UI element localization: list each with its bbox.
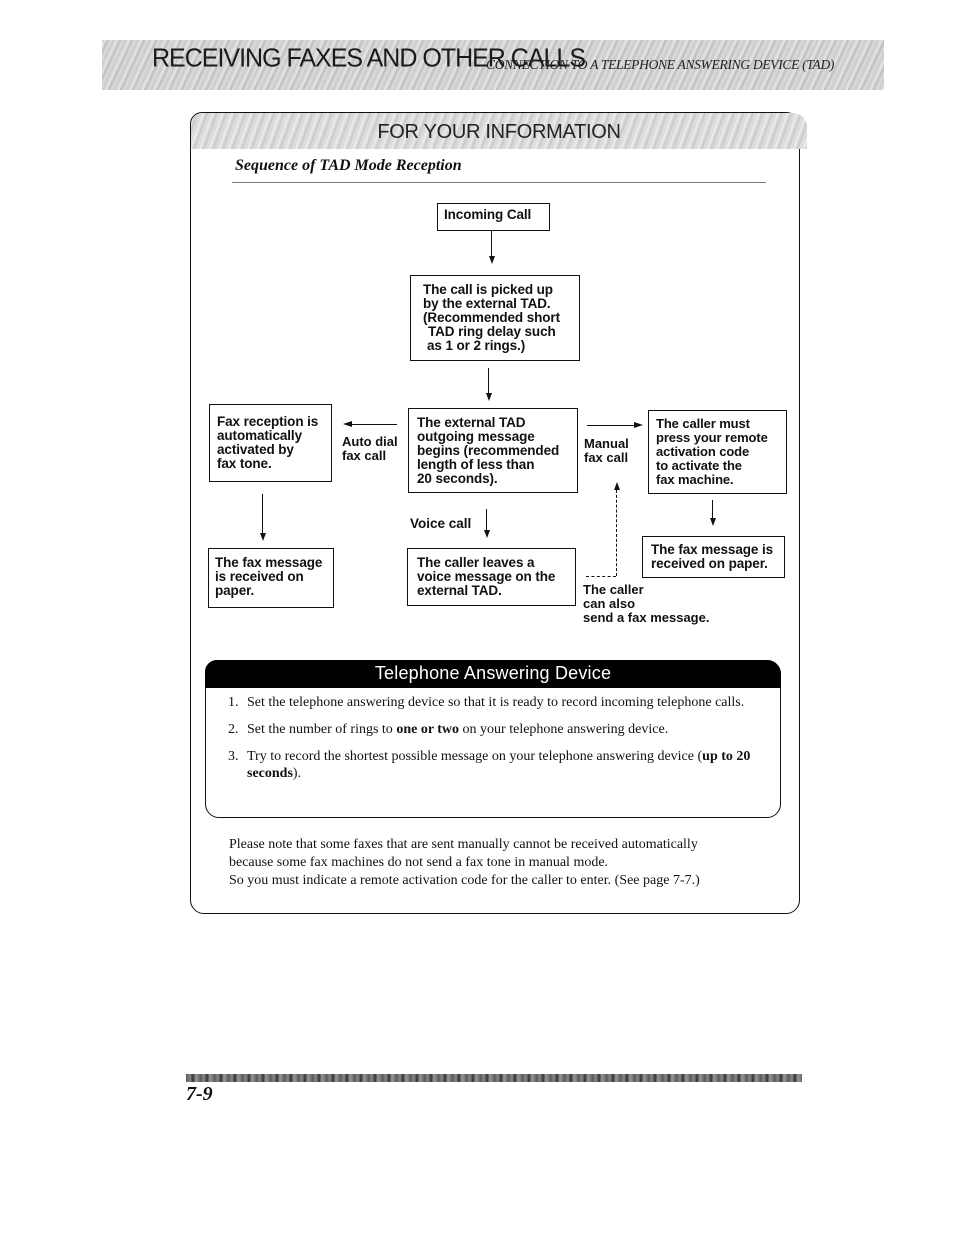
box-line: outgoing message bbox=[417, 429, 535, 444]
arrow-down-icon bbox=[260, 533, 266, 541]
caller-can-also-label: The caller can also send a fax message. bbox=[583, 583, 709, 625]
box-line: by the external TAD. bbox=[423, 296, 551, 311]
arrow-up-icon bbox=[614, 482, 620, 490]
heading-rule bbox=[232, 182, 766, 183]
note-line: Please note that some faxes that are sen… bbox=[229, 837, 698, 852]
box-line: Fax reception is bbox=[217, 414, 319, 429]
label-line: fax call bbox=[584, 450, 629, 465]
dashed-connector bbox=[586, 576, 616, 577]
connector-line bbox=[491, 231, 492, 259]
box-line: begins (recommended bbox=[417, 443, 560, 458]
outgoing-message-box: The external TAD outgoing message begins… bbox=[408, 408, 578, 493]
box-line: The fax message is bbox=[651, 542, 774, 557]
box-line: automatically bbox=[217, 428, 302, 443]
box-line: received on paper. bbox=[651, 556, 768, 571]
box-line: to activate the bbox=[656, 458, 742, 473]
connector-line bbox=[486, 509, 487, 531]
step-text: ). bbox=[292, 766, 302, 781]
tad-steps: 1. Set the telephone answering device so… bbox=[228, 694, 768, 792]
step-emphasis: one or two bbox=[396, 722, 460, 737]
box-line: activated by bbox=[217, 442, 294, 457]
box-line: activation code bbox=[656, 444, 750, 459]
caller-must-press-box: The caller must press your remote activa… bbox=[648, 410, 787, 494]
box-line: is received on bbox=[215, 569, 304, 584]
box-line: external TAD. bbox=[417, 583, 502, 598]
label-line: can also bbox=[583, 596, 636, 611]
box-line: length of less than bbox=[417, 457, 535, 472]
box-line: The caller leaves a bbox=[417, 555, 535, 570]
dashed-connector bbox=[616, 490, 617, 576]
step-number: 3. bbox=[228, 749, 239, 764]
note-paragraph: Please note that some faxes that are sen… bbox=[229, 836, 789, 890]
step-text: Set the telephone answering device so th… bbox=[247, 695, 745, 710]
arrow-down-icon bbox=[484, 530, 490, 538]
note-line: because some fax machines do not send a … bbox=[229, 855, 609, 870]
box-line: as 1 or 2 rings.) bbox=[427, 338, 526, 353]
box-line: (Recommended short bbox=[423, 310, 560, 325]
page-number: 7-9 bbox=[186, 1083, 213, 1105]
label-line: Auto dial bbox=[342, 434, 398, 449]
incoming-call-text: Incoming Call bbox=[444, 207, 532, 222]
connector-line bbox=[350, 424, 397, 425]
box-line: press your remote bbox=[656, 430, 768, 445]
connector-line bbox=[587, 425, 637, 426]
voice-call-label: Voice call bbox=[410, 516, 472, 531]
box-line: TAD ring delay such bbox=[428, 324, 556, 339]
caller-leaves-voice-box: The caller leaves a voice message on the… bbox=[407, 548, 576, 606]
step-number: 2. bbox=[228, 722, 239, 737]
fyi-title: FOR YOUR INFORMATION bbox=[377, 121, 621, 143]
fax-received-right-box: The fax message is received on paper. bbox=[642, 536, 785, 578]
tad-step: 2. Set the number of rings to one or two… bbox=[228, 721, 768, 738]
connector-line bbox=[488, 368, 489, 396]
box-line: The external TAD bbox=[417, 415, 526, 430]
tad-step: 1. Set the telephone answering device so… bbox=[228, 694, 768, 711]
box-line: The fax message bbox=[215, 555, 323, 570]
label-line: send a fax message. bbox=[583, 610, 710, 625]
step-number: 1. bbox=[228, 695, 239, 710]
label-line: Manual bbox=[584, 436, 629, 451]
fax-reception-auto-box: Fax reception is automatically activated… bbox=[209, 404, 332, 482]
step-text: Set the number of rings to bbox=[247, 722, 397, 737]
note-line: So you must indicate a remote activation… bbox=[229, 873, 700, 888]
fax-received-left-box: The fax message is received on paper. bbox=[208, 548, 334, 608]
step-text: Try to record the shortest possible mess… bbox=[247, 749, 703, 764]
box-line: paper. bbox=[215, 583, 255, 598]
tad-step: 3. Try to record the shortest possible m… bbox=[228, 748, 768, 782]
arrow-down-icon bbox=[710, 518, 716, 526]
label-line: The caller bbox=[583, 582, 644, 597]
box-line: fax tone. bbox=[217, 456, 272, 471]
section-title: CONNECTION TO A TELEPHONE ANSWERING DEVI… bbox=[486, 57, 835, 72]
connector-line bbox=[262, 494, 263, 536]
picked-up-box: The call is picked up by the external TA… bbox=[410, 275, 580, 361]
box-line: The caller must bbox=[656, 416, 750, 431]
box-line: 20 seconds). bbox=[417, 471, 498, 486]
incoming-call-box: Incoming Call bbox=[437, 203, 550, 231]
tad-title: Telephone Answering Device bbox=[374, 663, 612, 683]
connector-line bbox=[712, 500, 713, 520]
label-line: fax call bbox=[342, 448, 387, 463]
auto-dial-label: Auto dial fax call bbox=[342, 435, 398, 463]
box-line: voice message on the bbox=[417, 569, 556, 584]
arrow-down-icon bbox=[486, 393, 492, 401]
arrow-right-icon bbox=[634, 422, 643, 428]
manual-fax-label: Manual fax call bbox=[584, 437, 629, 465]
section-heading: Sequence of TAD Mode Reception bbox=[235, 157, 462, 174]
box-line: fax machine. bbox=[656, 472, 734, 487]
footer-band bbox=[186, 1074, 802, 1082]
step-text: on your telephone answering device. bbox=[459, 722, 669, 737]
arrow-down-icon bbox=[489, 256, 495, 264]
box-line: The call is picked up bbox=[423, 282, 553, 297]
